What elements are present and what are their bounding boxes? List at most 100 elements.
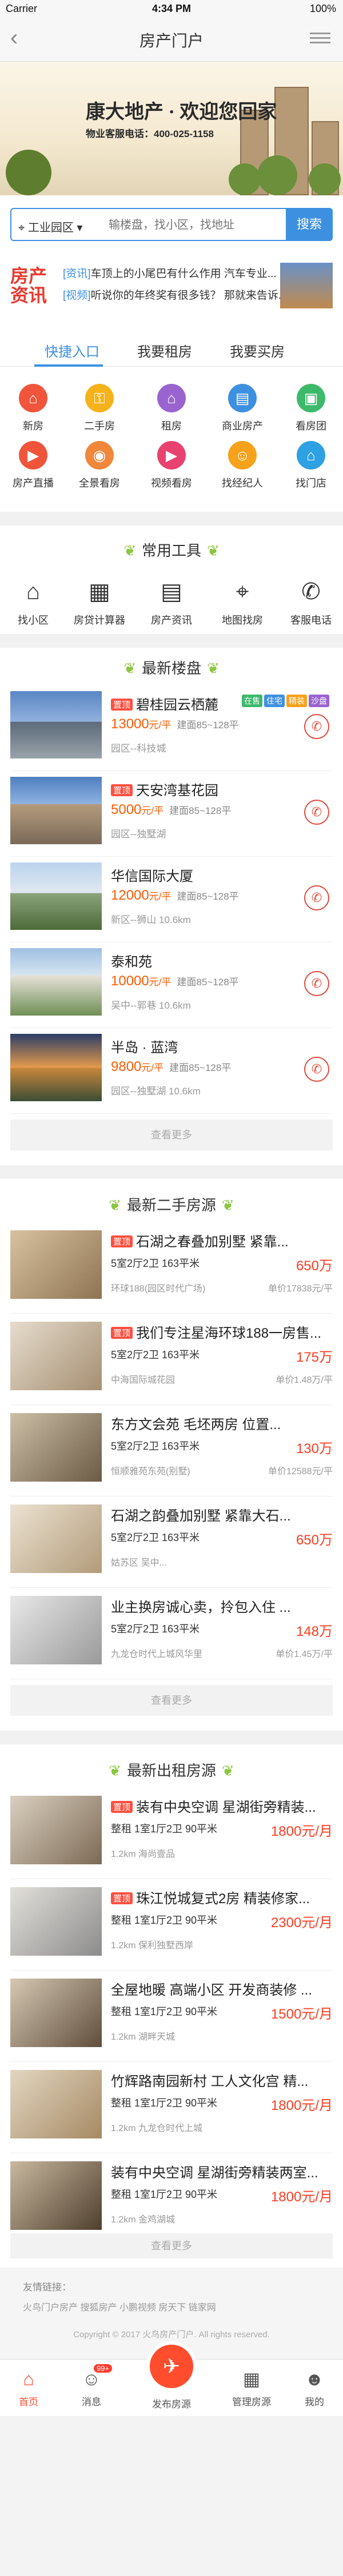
nav-bar: ‹ 房产门户 <box>0 17 343 62</box>
property-photo <box>10 1504 102 1573</box>
section-divider <box>0 1165 343 1179</box>
call-phone-icon[interactable]: ✆ <box>304 885 329 910</box>
news-logo: 房产资讯 <box>10 266 47 306</box>
property-photo <box>10 948 102 1016</box>
new-home-card[interactable]: 半岛 · 蓝湾 9800元/平 建面85~128平 园区--独墅湖 10.6km … <box>10 1028 333 1114</box>
hero-banner[interactable]: 康大地产 · 欢迎您回家 物业客服电话：400-025-1158 <box>0 62 343 195</box>
profile-icon: ☻ <box>305 2369 324 2389</box>
house-icon: ⌂ <box>19 384 47 412</box>
unread-badge: 99+ <box>94 2364 113 2373</box>
second-home-card[interactable]: 置顶 我们专注星海环球188一房售... 5室2厅2卫 163平米 175万 中海… <box>10 1314 333 1405</box>
bottom-tab-bar: ⌂ 首页 ☺ 99+ 消息 ✈ 发布房源 ▦ 管理房源 ☻ 我的 <box>0 2341 343 2416</box>
rent-homes-title: ❦ 最新出租房源 ❦ <box>109 1762 234 1779</box>
tab-messages[interactable]: ☺ 99+ 消息 <box>63 2364 120 2408</box>
tool-find-community[interactable]: ⌂ 找小区 <box>5 577 62 627</box>
quick-store[interactable]: ⌂ 找门店 <box>282 441 340 490</box>
second-homes-title: ❦ 最新二手房源 ❦ <box>109 1197 234 1214</box>
new-home-card[interactable]: 泰和苑 10000元/平 建面85~128平 吴中--郭巷 10.6km ✆ <box>10 942 333 1028</box>
menu-icon[interactable] <box>310 30 330 47</box>
tab-rent[interactable]: 我要租房 <box>137 340 192 360</box>
quick-panorama[interactable]: ◉ 全景看房 <box>71 441 128 490</box>
news-ticker: 房产资讯 [资讯]车顶上的小尾巴有什么作用 汽车专业... [视频]听说你的年终… <box>10 263 333 308</box>
new-homes-title: ❦ 最新楼盘 ❦ <box>123 660 220 677</box>
quick-rent[interactable]: ⌂ 租房 <box>143 384 200 433</box>
quick-live[interactable]: ▶ 房产直播 <box>5 441 62 490</box>
property-photo <box>10 1887 102 1956</box>
new-home-card[interactable]: 置顶 天安湾基花园 5000元/平 建面85~128平 园区--独墅湖 ✆ <box>10 771 333 857</box>
tools-title: ❦ 常用工具 ❦ <box>123 542 220 559</box>
manage-icon: ▦ <box>242 2369 261 2389</box>
news-icon: ▤ <box>161 579 182 604</box>
rent-icon: ⌂ <box>157 384 186 412</box>
call-phone-icon[interactable]: ✆ <box>304 800 329 825</box>
property-photo <box>10 1796 102 1864</box>
property-photo <box>10 1596 102 1664</box>
clock: 4:34 PM <box>151 3 192 14</box>
panorama-icon: ◉ <box>85 441 114 470</box>
call-phone-icon[interactable]: ✆ <box>304 714 329 739</box>
key-icon: ⚿ <box>85 384 114 412</box>
tab-home[interactable]: ⌂ 首页 <box>0 2368 57 2408</box>
quick-second-hand[interactable]: ⚿ 二手房 <box>71 384 128 433</box>
search-button[interactable]: 搜索 <box>286 208 333 241</box>
property-photo <box>10 691 102 759</box>
quick-agent[interactable]: ☺ 找经纪人 <box>214 441 271 490</box>
second-homes-more-button[interactable]: 查看更多 <box>10 1685 333 1716</box>
news-item[interactable]: [视频]听说你的年终奖有很多钱？ 那就来告诉... <box>63 287 280 302</box>
banner-phone: 物业客服电话：400-025-1158 <box>86 129 214 139</box>
tool-news[interactable]: ▤ 房产资讯 <box>143 577 200 627</box>
tool-loan-calculator[interactable]: ▦ 房贷计算器 <box>71 577 128 627</box>
shop-icon: ▤ <box>228 384 257 412</box>
call-phone-icon[interactable]: ✆ <box>304 971 329 996</box>
rent-home-card[interactable]: 全屋地暖 高端小区 开发商装修 ... 整租 1室1厅2卫 90平米 1500元… <box>10 1971 333 2062</box>
publish-icon[interactable]: ✈ <box>146 2341 197 2392</box>
rent-home-card[interactable]: 置顶 装有中央空调 星湖街旁精装... 整租 1室1厅2卫 90平米 1800元/… <box>10 1788 333 1879</box>
live-icon: ▶ <box>19 441 47 470</box>
property-tags: 在售 住宅 精装 沙盘 <box>240 695 329 707</box>
call-phone-icon[interactable]: ✆ <box>304 1057 329 1082</box>
tool-map-search[interactable]: ⌖ 地图找房 <box>214 577 271 627</box>
quick-video[interactable]: ▶ 视频看房 <box>143 441 200 490</box>
quick-new-home[interactable]: ⌂ 新房 <box>5 384 62 433</box>
tab-profile[interactable]: ☻ 我的 <box>286 2368 343 2408</box>
second-home-card[interactable]: 业主换房诚心卖，拎包入住 ... 5室2厅2卫 163平米 148万 九龙仓时代… <box>10 1588 333 1679</box>
new-home-card[interactable]: 华信国际大厦 12000元/平 建面85~128平 新区--狮山 10.6km ✆ <box>10 857 333 942</box>
friend-links[interactable]: 火鸟门户房产 搜狐房产 小鹏视频 房天下 链家网 <box>23 2300 216 2313</box>
city-selector[interactable]: ⌖ 工业园区 ▾ <box>18 218 82 235</box>
home-icon: ⌂ <box>23 2369 34 2389</box>
new-home-card[interactable]: 置顶 碧桂园云栖麓 在售 住宅 精装 沙盘 13000元/平 建面85~128平 园区--… <box>10 685 333 771</box>
second-home-card[interactable]: 东方文会苑 毛坯两房 位置... 5室2厅2卫 163平米 130万 恒顺雅苑东… <box>10 1405 333 1496</box>
news-item[interactable]: [资讯]车顶上的小尾巴有什么作用 汽车专业... <box>63 265 280 280</box>
second-home-card[interactable]: 置顶 石湖之春叠加别墅 紧靠... 5室2厅2卫 163平米 650万 环球188… <box>10 1222 333 1314</box>
rent-home-card[interactable]: 竹辉路南园新村 工人文化宫 精... 整租 1室1厅2卫 90平米 1800元/… <box>10 2062 333 2153</box>
property-photo <box>10 862 102 930</box>
new-homes-more-button[interactable]: 查看更多 <box>10 1120 333 1150</box>
rent-home-card[interactable]: 装有中央空调 星湖街旁精装两室... 整租 1室1厅2卫 90平米 1800元/… <box>10 2153 333 2245</box>
status-bar: Carrier 4:34 PM 100% <box>0 0 343 17</box>
store-icon: ⌂ <box>297 441 325 470</box>
property-photo <box>10 1230 102 1299</box>
second-home-card[interactable]: 石湖之韵叠加别墅 紧靠大石... 5室2厅2卫 163平米 650万 姑苏区 吴… <box>10 1496 333 1588</box>
tab-manage[interactable]: ▦ 管理房源 <box>223 2368 280 2408</box>
property-photo <box>10 1413 102 1482</box>
calculator-icon: ▦ <box>89 579 110 604</box>
property-photo <box>10 1034 102 1101</box>
section-divider <box>0 634 343 648</box>
property-photo <box>10 1322 102 1390</box>
location-pin-icon: ⌖ <box>18 222 25 234</box>
tool-service-phone[interactable]: ✆ 客服电话 <box>282 577 340 627</box>
rent-home-card[interactable]: 置顶 珠江悦城复式2房 精装修家... 整租 1室1厅2卫 90平米 2300元/… <box>10 1879 333 1971</box>
tab-buy[interactable]: 我要买房 <box>230 340 285 360</box>
property-photo <box>10 1979 102 2047</box>
page-bottom-space <box>0 2416 343 2576</box>
rent-homes-more-button[interactable]: 查看更多 <box>10 2233 333 2258</box>
tab-quick-entry[interactable]: 快捷入口 <box>45 340 99 360</box>
quick-tour[interactable]: ▣ 看房团 <box>282 384 340 433</box>
news-thumbnail[interactable] <box>280 263 333 308</box>
community-icon: ⌂ <box>26 579 41 604</box>
tab-publish-label[interactable]: 发布房源 <box>126 2396 217 2410</box>
quick-commercial[interactable]: ▤ 商业房产 <box>214 384 271 433</box>
entry-tabs: 快捷入口 我要租房 我要买房 <box>0 338 343 367</box>
search-input[interactable] <box>109 214 280 236</box>
search-bar: ⌖ 工业园区 ▾ 搜索 <box>10 208 333 241</box>
